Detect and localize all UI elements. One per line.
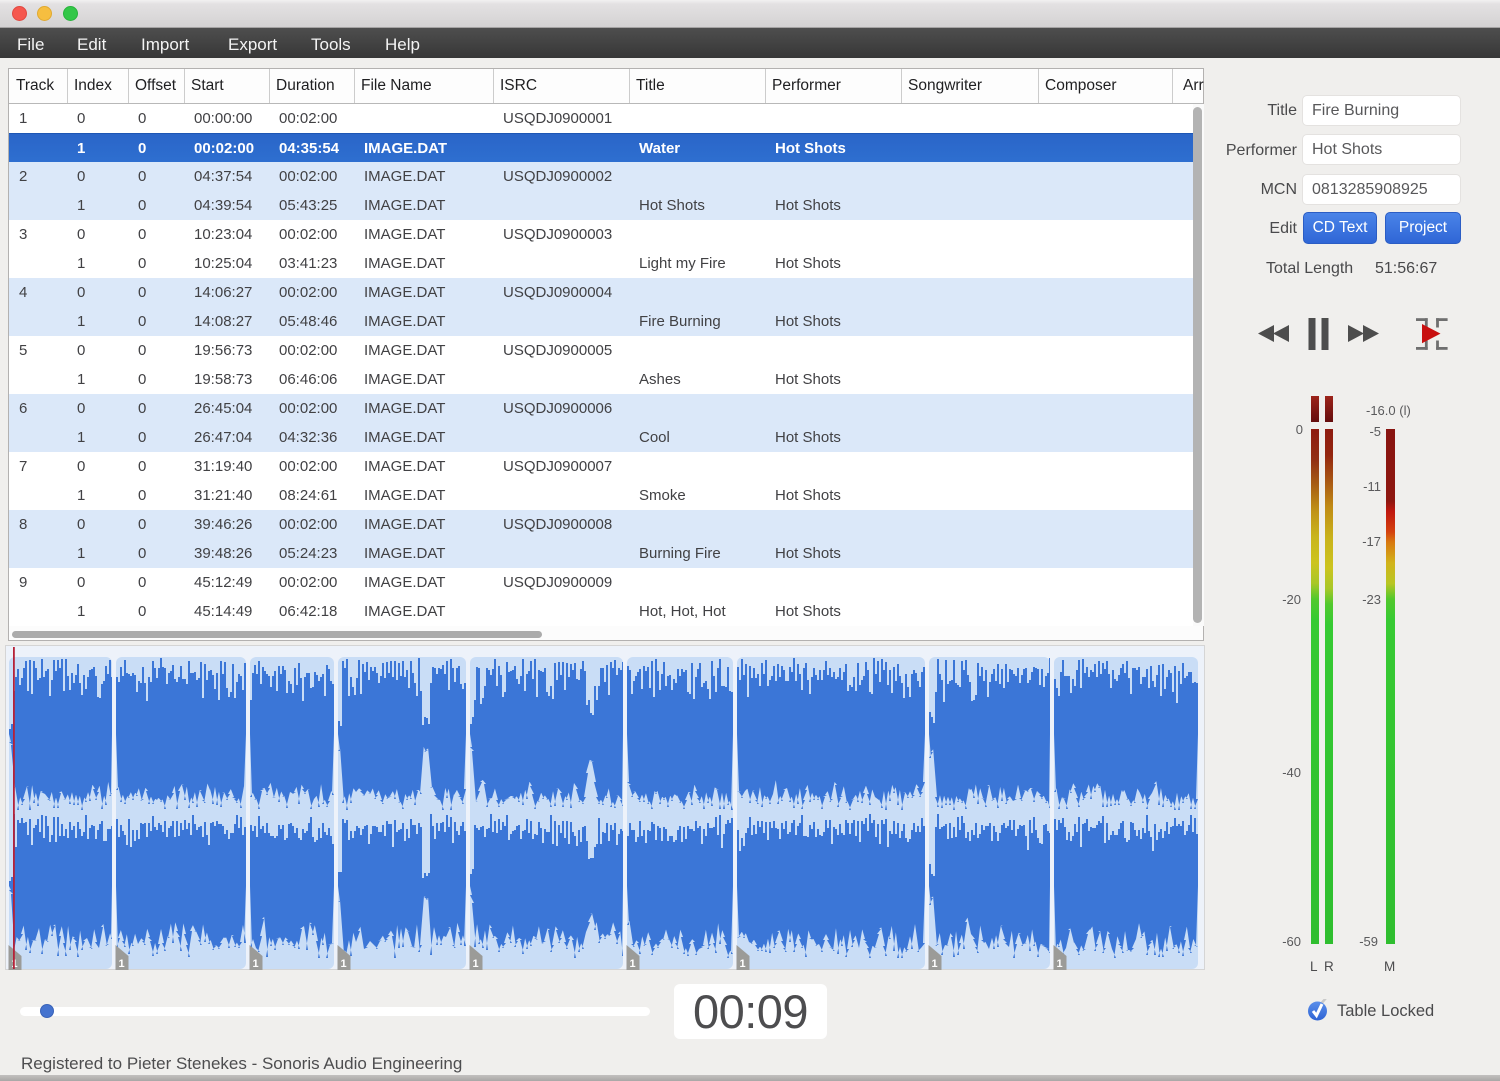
svg-text:1: 1 [252, 958, 258, 970]
svg-text:1: 1 [739, 958, 745, 970]
svg-text:1: 1 [118, 958, 124, 970]
svg-text:1: 1 [629, 958, 635, 970]
svg-text:1: 1 [931, 958, 937, 970]
svg-text:1: 1 [472, 958, 478, 970]
svg-text:1: 1 [340, 958, 346, 970]
svg-text:1: 1 [1056, 958, 1062, 970]
